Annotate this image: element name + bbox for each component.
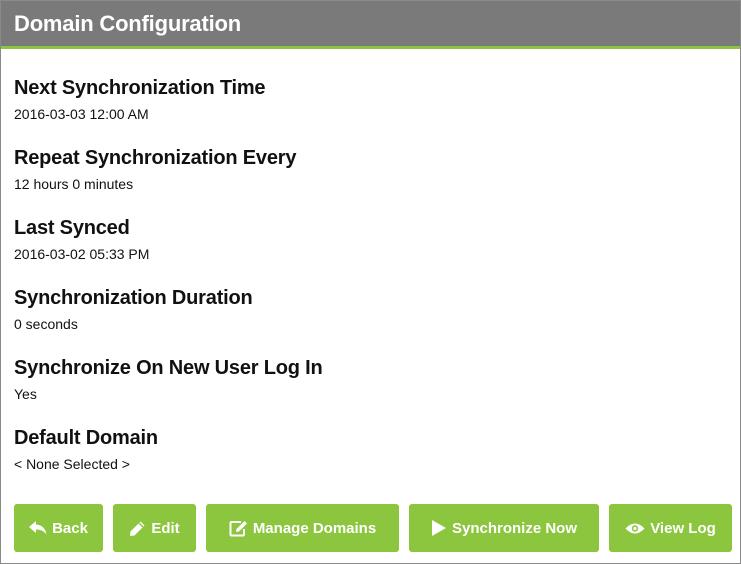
pencil-icon bbox=[129, 520, 146, 537]
edit-button[interactable]: Edit bbox=[113, 504, 196, 552]
field-value: 2016-03-02 05:33 PM bbox=[14, 246, 150, 262]
action-bar: Back Edit Manage Domains Synchronize Now… bbox=[14, 504, 732, 552]
field-last-synced: Last Synced 2016-03-02 05:33 PM bbox=[14, 215, 727, 285]
field-value: 2016-03-03 12:00 AM bbox=[14, 106, 149, 122]
field-sync-on-login: Synchronize On New User Log In Yes bbox=[14, 355, 727, 425]
field-label: Synchronization Duration bbox=[14, 287, 253, 309]
field-value: 0 seconds bbox=[14, 316, 78, 332]
field-default-domain: Default Domain < None Selected > bbox=[14, 425, 727, 495]
eye-icon bbox=[625, 522, 645, 535]
field-value: < None Selected > bbox=[14, 456, 130, 472]
edit-square-icon bbox=[229, 520, 248, 537]
synchronize-now-button-label: Synchronize Now bbox=[451, 519, 578, 537]
view-log-button-label: View Log bbox=[650, 519, 716, 537]
field-sync-duration: Synchronization Duration 0 seconds bbox=[14, 285, 727, 355]
field-label: Repeat Synchronization Every bbox=[14, 147, 297, 169]
view-log-button[interactable]: View Log bbox=[609, 504, 732, 552]
domain-configuration-panel: Domain Configuration Next Synchronizatio… bbox=[0, 0, 741, 564]
field-label: Default Domain bbox=[14, 427, 158, 449]
field-repeat-sync: Repeat Synchronization Every 12 hours 0 … bbox=[14, 145, 727, 215]
manage-domains-button[interactable]: Manage Domains bbox=[206, 504, 399, 552]
play-icon bbox=[431, 519, 447, 537]
field-label: Last Synced bbox=[14, 217, 130, 239]
field-value: Yes bbox=[14, 386, 37, 402]
back-button-label: Back bbox=[52, 519, 88, 537]
config-fields: Next Synchronization Time 2016-03-03 12:… bbox=[1, 49, 740, 495]
back-button[interactable]: Back bbox=[14, 504, 103, 552]
manage-domains-button-label: Manage Domains bbox=[252, 519, 377, 537]
reply-arrow-icon bbox=[29, 521, 47, 535]
edit-button-label: Edit bbox=[151, 519, 180, 537]
field-label: Synchronize On New User Log In bbox=[14, 357, 323, 379]
synchronize-now-button[interactable]: Synchronize Now bbox=[409, 504, 599, 552]
field-next-sync-time: Next Synchronization Time 2016-03-03 12:… bbox=[14, 75, 727, 145]
field-value: 12 hours 0 minutes bbox=[14, 176, 134, 192]
panel-header: Domain Configuration bbox=[1, 1, 740, 49]
page-title: Domain Configuration bbox=[14, 10, 241, 36]
field-label: Next Synchronization Time bbox=[14, 77, 266, 99]
